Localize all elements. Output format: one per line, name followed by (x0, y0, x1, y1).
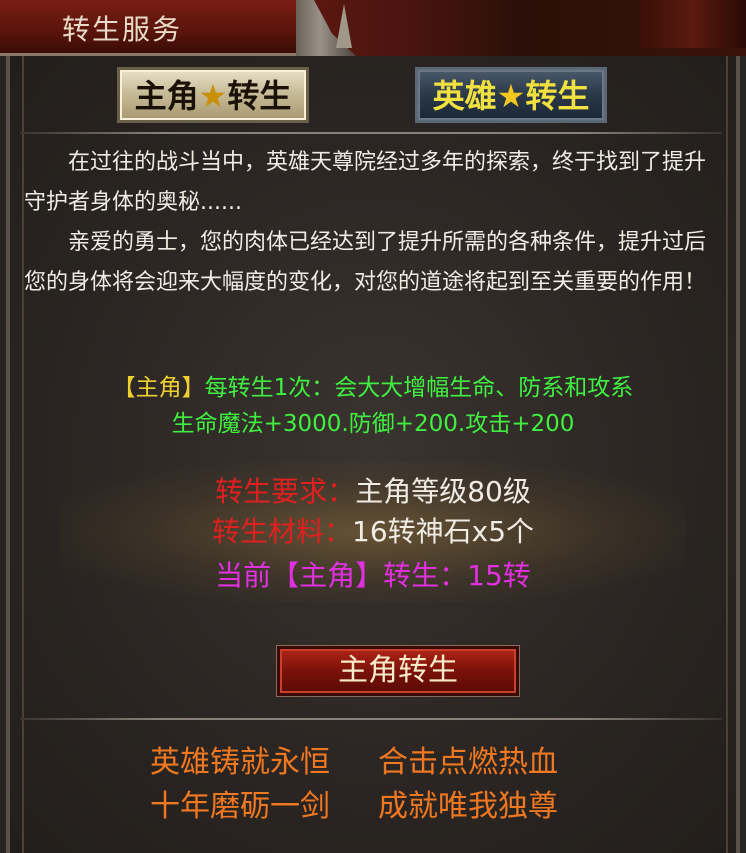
tab-label-prefix: 主角 (134, 77, 199, 115)
description: 在过往的战斗当中，英雄天尊院经过多年的探索，终于找到了提升守护者身体的奥秘...… (24, 143, 724, 303)
slogan-1: 英雄铸就永恒 (150, 745, 330, 780)
effect-line-1: 【主角】每转生1次：会大大增幅生命、防系和攻系 (0, 370, 746, 406)
material-requirement: 转生材料：16转神石x5个 (0, 512, 746, 552)
star-icon: ★ (496, 77, 526, 115)
title-tab: 转生服务 (0, 0, 300, 56)
level-requirement: 转生要求：主角等级80级 (0, 472, 746, 512)
slogan-4: 成就唯我独尊 (378, 789, 558, 824)
material-requirement-value: 16转神石x5个 (352, 515, 535, 548)
effect-text: 每转生1次：会大大增幅生命、防系和攻系 (204, 375, 634, 401)
level-requirement-label: 转生要求： (215, 475, 356, 508)
divider-top (20, 132, 722, 134)
spike-ornament-icon (336, 4, 352, 48)
tab-label-suffix: 转生 (525, 77, 590, 115)
tab-label-prefix: 英雄 (432, 77, 497, 115)
title-decoration (640, 0, 746, 48)
title-bar: 转生服务 (0, 0, 746, 56)
window-title: 转生服务 (62, 13, 183, 46)
level-requirement-value: 主角等级80级 (355, 475, 531, 508)
star-icon: ★ (198, 77, 228, 115)
tab-label-suffix: 转生 (227, 77, 292, 115)
description-paragraph-2: 亲爱的勇士，您的肉体已经达到了提升所需的各种条件，提升过后您的身体将会迎来大幅度… (24, 230, 707, 295)
slogan-2: 合击点燃热血 (378, 745, 558, 780)
current-rebirth-status: 当前【主角】转生：15转 (215, 559, 531, 592)
tab-hero-rebirth[interactable]: 英雄★转生 (415, 67, 607, 123)
main-character-rebirth-button[interactable]: 主角转生 (277, 646, 519, 696)
rebirth-effect: 【主角】每转生1次：会大大增幅生命、防系和攻系 生命魔法+3000.防御+200… (0, 370, 746, 442)
material-requirement-label: 转生材料： (211, 515, 352, 548)
tab-main-character-rebirth[interactable]: 主角★转生 (117, 67, 309, 123)
effect-line-2: 生命魔法+3000.防御+200.攻击+200 (171, 411, 575, 437)
description-paragraph-1: 在过往的战斗当中，英雄天尊院经过多年的探索，终于找到了提升守护者身体的奥秘...… (24, 150, 707, 215)
divider-bottom (20, 718, 722, 720)
effect-tag: 【主角】 (112, 375, 205, 401)
slogan-3: 十年磨砺一剑 (150, 789, 330, 824)
rebirth-service-window: 转生服务 主角★转生 英雄★转生 在过往的战斗当中，英雄天尊院经过多年的探索，终… (0, 0, 746, 853)
